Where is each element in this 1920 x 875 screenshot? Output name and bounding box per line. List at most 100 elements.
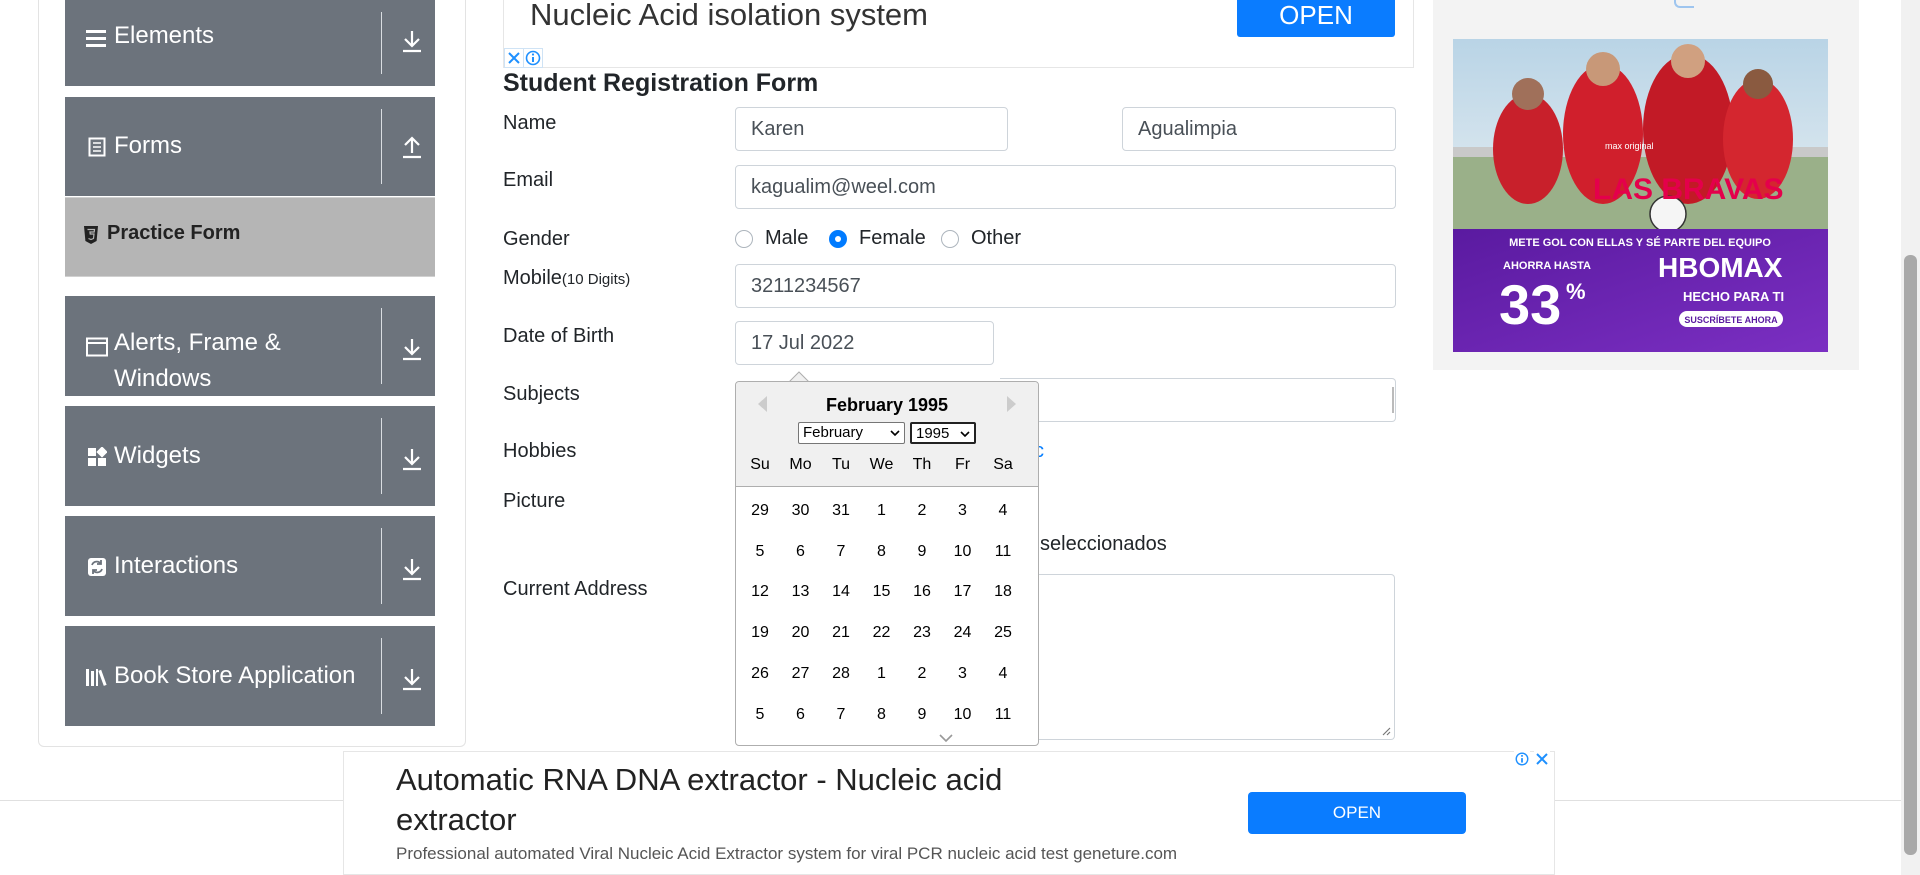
calendar-day[interactable]: 9 (902, 706, 942, 724)
ad-open-button[interactable]: OPEN (1248, 792, 1466, 834)
sidebar-group-book-store-application[interactable]: Book Store Application (65, 626, 435, 726)
ad-info-icon[interactable] (523, 48, 543, 68)
calendar-day[interactable]: 10 (943, 706, 983, 724)
calendar-day[interactable]: 2 (902, 665, 942, 683)
calendar-day[interactable]: 26 (740, 665, 780, 683)
download-arrow-icon[interactable] (399, 28, 425, 54)
sidebar-item-label: Practice Form (107, 222, 241, 244)
year-select[interactable]: 1995 (910, 422, 976, 444)
date-of-birth-input[interactable] (735, 321, 994, 365)
calendar-day[interactable]: 28 (821, 665, 861, 683)
calendar-day[interactable]: 29 (740, 502, 780, 520)
picture-label: Picture (503, 490, 566, 512)
radio-label[interactable]: Female (859, 227, 926, 250)
calendar-day[interactable]: 7 (821, 706, 861, 724)
right-advertisement[interactable]: max original LAS BRAVAS METE GOL CON ELL… (1433, 0, 1859, 370)
year-select-value[interactable]: 1995 (916, 425, 949, 442)
radio-circle[interactable] (941, 229, 959, 248)
hbo-max-banner[interactable]: max original LAS BRAVAS METE GOL CON ELL… (1453, 39, 1828, 352)
divider (381, 528, 382, 604)
resize-handle-icon[interactable] (1381, 726, 1391, 736)
upload-arrow-icon[interactable] (399, 134, 425, 160)
sidebar-group-widgets[interactable]: Widgets (65, 406, 435, 506)
calendar-day[interactable]: 22 (862, 624, 902, 642)
email-input[interactable] (735, 165, 1396, 209)
top-advertisement[interactable]: Nucleic Acid isolation system OPEN (503, 0, 1414, 68)
document-icon (88, 137, 106, 157)
chevron-down-icon[interactable] (890, 428, 900, 438)
gender-female-radio[interactable]: Female (829, 227, 926, 250)
calendar-day[interactable]: 7 (821, 543, 861, 561)
radio-label[interactable]: Other (971, 227, 1021, 250)
ad-subtitle[interactable]: Professional automated Viral Nucleic Aci… (396, 844, 1177, 864)
current-address-textarea[interactable] (1011, 574, 1395, 740)
calendar-day[interactable]: 3 (943, 665, 983, 683)
calendar-day[interactable]: 5 (740, 543, 780, 561)
mobile-input[interactable] (735, 264, 1396, 308)
calendar-day[interactable]: 18 (983, 583, 1023, 601)
sidebar-item-practice-form[interactable]: Practice Form (65, 197, 435, 277)
gender-other-radio[interactable]: Other (941, 227, 1021, 250)
download-arrow-icon[interactable] (399, 446, 425, 472)
sidebar-group-elements[interactable]: Elements (65, 0, 435, 86)
ad-title[interactable]: Nucleic Acid isolation system (530, 0, 928, 33)
calendar-day[interactable]: 24 (943, 624, 983, 642)
calendar-day[interactable]: 11 (983, 543, 1023, 561)
first-name-input[interactable] (735, 107, 1008, 151)
calendar-day[interactable]: 31 (821, 502, 861, 520)
chevron-down-icon[interactable] (939, 733, 953, 743)
calendar-day[interactable]: 9 (902, 543, 942, 561)
subjects-input[interactable] (1000, 378, 1396, 422)
calendar-day[interactable]: 4 (983, 502, 1023, 520)
calendar-day[interactable]: 10 (943, 543, 983, 561)
calendar-day[interactable]: 15 (862, 583, 902, 601)
ad-close-icon[interactable] (1534, 751, 1550, 767)
calendar-day[interactable]: 2 (902, 502, 942, 520)
radio-label[interactable]: Male (765, 227, 808, 250)
sidebar-group-alerts-frame-windows[interactable]: Alerts, Frame & Windows (65, 296, 435, 396)
month-select-value[interactable]: February (803, 424, 863, 441)
calendar-day[interactable]: 14 (821, 583, 861, 601)
ad-title[interactable]: Automatic RNA DNA extractor - Nucleic ac… (396, 760, 1096, 840)
calendar-day[interactable]: 3 (943, 502, 983, 520)
calendar-day[interactable]: 11 (983, 706, 1023, 724)
calendar-day[interactable]: 25 (983, 624, 1023, 642)
sidebar-group-forms[interactable]: Forms (65, 97, 435, 196)
calendar-day[interactable]: 27 (781, 665, 821, 683)
calendar-day[interactable]: 5 (740, 706, 780, 724)
last-name-input[interactable] (1122, 107, 1396, 151)
bottom-advertisement[interactable]: Automatic RNA DNA extractor - Nucleic ac… (343, 751, 1555, 875)
download-arrow-icon[interactable] (399, 556, 425, 582)
download-arrow-icon[interactable] (399, 336, 425, 362)
calendar-day[interactable]: 13 (781, 583, 821, 601)
calendar-day[interactable]: 30 (781, 502, 821, 520)
calendar-day[interactable]: 6 (781, 706, 821, 724)
calendar-day[interactable]: 17 (943, 583, 983, 601)
calendar-day[interactable]: 19 (740, 624, 780, 642)
month-select[interactable]: February (798, 422, 905, 444)
calendar-day[interactable]: 12 (740, 583, 780, 601)
scrollbar-thumb[interactable] (1904, 255, 1917, 855)
calendar-day[interactable]: 21 (821, 624, 861, 642)
radio-circle-selected[interactable] (829, 229, 847, 248)
ad-close-icon[interactable] (504, 48, 524, 68)
calendar-day[interactable]: 20 (781, 624, 821, 642)
chevron-down-icon[interactable] (960, 429, 970, 439)
page-scrollbar[interactable] (1901, 0, 1920, 875)
download-arrow-icon[interactable] (399, 666, 425, 692)
radio-circle[interactable] (735, 229, 753, 248)
calendar-day[interactable]: 6 (781, 543, 821, 561)
calendar-day[interactable]: 4 (983, 665, 1023, 683)
gender-male-radio[interactable]: Male (735, 227, 808, 250)
ad-cta[interactable]: SUSCRÍBETE AHORA (1684, 315, 1778, 325)
calendar-day[interactable]: 1 (862, 665, 902, 683)
calendar-day[interactable]: 1 (862, 502, 902, 520)
next-month-icon[interactable] (1007, 396, 1016, 412)
ad-info-icon[interactable] (1514, 751, 1530, 767)
calendar-day[interactable]: 8 (862, 543, 902, 561)
calendar-day[interactable]: 16 (902, 583, 942, 601)
calendar-day[interactable]: 8 (862, 706, 902, 724)
ad-open-button[interactable]: OPEN (1237, 0, 1395, 37)
calendar-day[interactable]: 23 (902, 624, 942, 642)
sidebar-group-interactions[interactable]: Interactions (65, 516, 435, 616)
